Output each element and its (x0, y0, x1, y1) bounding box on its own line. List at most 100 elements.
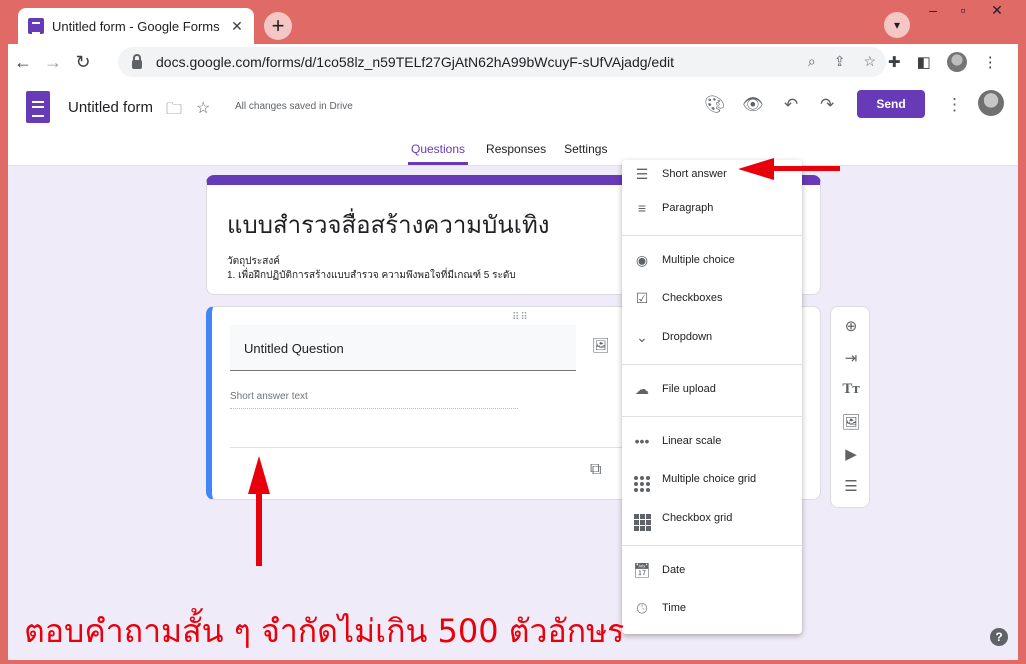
star-icon[interactable]: ☆ (196, 98, 210, 118)
folder-icon[interactable]: 🗀 (166, 98, 182, 125)
divider (230, 447, 630, 448)
menu-divider (622, 364, 802, 365)
menu-item-label: Short answer (662, 168, 727, 180)
menu-item-multiple-choice[interactable]: ◉ Multiple choice (622, 242, 802, 278)
menu-item-checkbox-grid[interactable]: Checkbox grid (622, 500, 802, 536)
annotation-caption: ตอบคำถามสั้น ๆ จำกัดไม่เกิน 500 ตัวอักษร (24, 612, 625, 650)
menu-item-label: Multiple choice (662, 254, 735, 266)
zoom-icon[interactable]: ⌕ (808, 53, 816, 70)
checkbox-grid-icon (622, 506, 662, 531)
tab-search-icon[interactable]: ▾ (884, 12, 910, 38)
menu-item-label: Time (662, 602, 687, 614)
preview-eye-icon[interactable]: 👁︎ (742, 95, 764, 115)
add-image-icon[interactable]: 🖼︎ (592, 337, 610, 354)
short-text-icon: ☰ (635, 165, 649, 182)
forms-header: Untitled form 🗀 ☆ All changes saved in D… (8, 80, 1018, 166)
linear-scale-icon: ••• (634, 433, 650, 449)
forms-app: Untitled form 🗀 ☆ All changes saved in D… (8, 80, 1018, 660)
profile-avatar[interactable] (946, 52, 967, 72)
back-icon[interactable]: ← (8, 52, 38, 73)
browser-toolbar: ← → ↻ docs.google.com/forms/d/1co58lz_n5… (8, 44, 1018, 80)
add-question-icon[interactable]: ⊕ (841, 317, 861, 335)
menu-item-label: Checkbox grid (662, 512, 733, 524)
more-options-icon[interactable]: ⋮ (946, 95, 963, 115)
annotation-arrow-line (770, 166, 840, 171)
menu-item-label: Date (662, 564, 686, 576)
send-button[interactable]: Send (857, 90, 925, 118)
annotation-arrow-left-icon (738, 158, 774, 180)
paragraph-icon: ≡ (637, 200, 647, 216)
save-status: All changes saved in Drive (235, 101, 353, 112)
menu-item-short-answer[interactable]: ☰ Short answer (622, 160, 802, 188)
browser-menu-icon[interactable]: ⋮ (983, 53, 998, 71)
extensions-icon[interactable]: ✚ (888, 53, 901, 71)
calendar-icon: 📅︎ (633, 561, 651, 578)
help-icon[interactable]: ? (990, 628, 1008, 646)
menu-divider (622, 235, 802, 236)
new-tab-button[interactable]: + (264, 12, 292, 40)
question-type-menu: ☰ Short answer ≡ Paragraph ◉ Multiple ch… (622, 160, 802, 634)
menu-item-checkboxes[interactable]: ☑ Checkboxes (622, 280, 802, 316)
radio-icon: ◉ (635, 251, 649, 268)
menu-item-multiple-choice-grid[interactable]: Multiple choice grid (622, 461, 802, 497)
dot-grid-icon (622, 467, 662, 492)
menu-item-time[interactable]: 🕓︎ Time (622, 590, 802, 626)
menu-divider (622, 545, 802, 546)
menu-item-paragraph[interactable]: ≡ Paragraph (622, 190, 802, 226)
menu-item-date[interactable]: 📅︎ Date (622, 552, 802, 588)
menu-item-label: Paragraph (662, 202, 714, 214)
forward-icon[interactable]: → (38, 52, 68, 73)
side-panel-icon[interactable]: ◧ (917, 53, 931, 71)
lock-icon[interactable] (132, 53, 142, 69)
maximize-icon[interactable]: ▫ (948, 2, 978, 18)
form-description[interactable]: วัตถุประสงค์ 1. เพื่อฝึกปฏิบัติการสร้างแ… (227, 255, 516, 283)
palette-icon[interactable]: 🎨︎ (704, 95, 726, 115)
tab-close-icon[interactable]: ✕ (228, 18, 246, 35)
add-video-icon[interactable]: ▶ (841, 445, 861, 463)
menu-item-label: File upload (662, 383, 716, 395)
drag-handle-icon[interactable]: ⠿⠿ (512, 312, 529, 323)
description-line: วัตถุประสงค์ (227, 256, 280, 267)
form-name[interactable]: Untitled form (68, 99, 153, 116)
menu-item-dropdown[interactable]: ⌄ Dropdown (622, 319, 802, 355)
reload-icon[interactable]: ↻ (68, 52, 98, 73)
google-forms-logo-icon[interactable] (26, 91, 50, 123)
tab-responses[interactable]: Responses (486, 142, 546, 165)
browser-tab[interactable]: Untitled form - Google Forms ✕ (18, 8, 254, 44)
account-avatar[interactable] (978, 90, 1004, 116)
close-window-icon[interactable]: ✕ (982, 2, 1012, 19)
description-line: 1. เพื่อฝึกปฏิบัติการสร้างแบบสำรวจ ความพ… (227, 270, 516, 281)
bookmark-star-icon[interactable]: ☆ (863, 53, 876, 70)
annotation-arrow-up-icon (248, 456, 270, 494)
add-title-icon[interactable]: Tт (841, 381, 861, 398)
form-tabs: Questions Responses Settings (408, 142, 625, 165)
short-answer-placeholder: Short answer text (230, 391, 518, 409)
question-toolbar: ⊕ ⇥ Tт 🖼︎ ▶ ☰ (830, 306, 870, 508)
forms-favicon-icon (28, 18, 44, 34)
question-title-input[interactable]: Untitled Question (230, 325, 576, 371)
add-section-icon[interactable]: ☰ (841, 477, 861, 495)
dropdown-icon: ⌄ (636, 328, 648, 345)
add-image-side-icon[interactable]: 🖼︎ (841, 413, 861, 431)
url-text[interactable]: docs.google.com/forms/d/1co58lz_n59TELf2… (156, 54, 674, 70)
menu-divider (622, 416, 802, 417)
tab-questions[interactable]: Questions (408, 142, 469, 165)
annotation-arrow-line (256, 490, 262, 566)
clock-icon: 🕓︎ (636, 599, 648, 616)
browser-tab-strip: Untitled form - Google Forms ✕ + ▾ – ▫ ✕ (0, 0, 1026, 44)
menu-item-linear-scale[interactable]: ••• Linear scale (622, 423, 802, 459)
tab-settings[interactable]: Settings (564, 142, 607, 165)
redo-icon[interactable]: ↷ (820, 95, 834, 115)
address-bar[interactable]: docs.google.com/forms/d/1co58lz_n59TELf2… (118, 47, 886, 77)
menu-item-file-upload[interactable]: ☁ File upload (622, 371, 802, 407)
menu-item-label: Checkboxes (662, 292, 723, 304)
menu-item-label: Multiple choice grid (662, 473, 757, 485)
form-title[interactable]: แบบสำรวจสื่อสร้างความบันเทิง (227, 205, 550, 244)
duplicate-icon[interactable]: ⧉ (590, 461, 601, 479)
import-questions-icon[interactable]: ⇥ (841, 349, 861, 367)
cloud-upload-icon: ☁ (635, 380, 649, 397)
share-icon[interactable]: ⇪ (834, 53, 846, 70)
minimize-icon[interactable]: – (918, 2, 948, 18)
checkbox-icon: ☑ (635, 289, 649, 306)
undo-icon[interactable]: ↶ (784, 95, 798, 115)
